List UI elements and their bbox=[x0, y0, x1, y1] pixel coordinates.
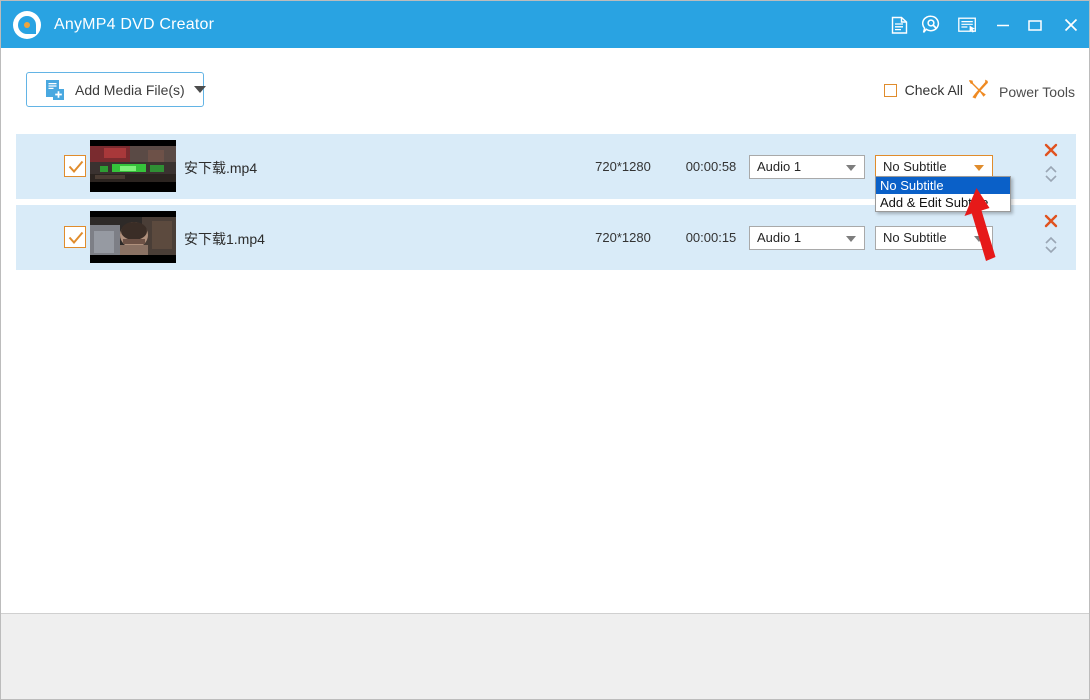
check-all-label: Check All bbox=[904, 82, 963, 98]
file-duration: 00:00:58 bbox=[685, 159, 737, 174]
video-thumbnail bbox=[90, 140, 176, 192]
power-tools-label: Power Tools bbox=[998, 83, 1075, 100]
audio-track-select[interactable]: Audio 1 bbox=[749, 226, 865, 250]
bottom-settings-bar: Disc Type DVD-5 (4.7G) Aspect Ratio: 16:… bbox=[1, 613, 1089, 699]
maximize-icon[interactable] bbox=[1019, 1, 1051, 48]
chevron-down-icon bbox=[974, 236, 984, 242]
title-bar: AnyMP4 DVD Creator bbox=[1, 1, 1089, 48]
file-resolution: 720*1280 bbox=[595, 159, 651, 174]
file-resolution: 720*1280 bbox=[595, 230, 651, 245]
add-media-button[interactable]: Add Media File(s) bbox=[26, 72, 206, 107]
move-up-down-icon[interactable] bbox=[1044, 164, 1060, 186]
check-all-control[interactable]: Check All bbox=[883, 82, 963, 98]
app-window: AnyMP4 DVD Creator Add Media File(s) Che… bbox=[0, 0, 1090, 700]
remove-x-icon[interactable] bbox=[1044, 143, 1060, 159]
chevron-down-icon bbox=[974, 165, 984, 171]
minimize-icon[interactable] bbox=[987, 1, 1019, 48]
check-all-checkbox[interactable] bbox=[883, 83, 897, 97]
subtitle-dropdown-menu[interactable]: No Subtitle Add & Edit Subtitle bbox=[875, 176, 1011, 212]
tools-icon bbox=[966, 78, 990, 105]
feedback-icon[interactable] bbox=[915, 1, 947, 48]
file-name: 安下载1.mp4 bbox=[184, 231, 265, 247]
row-checkbox[interactable] bbox=[64, 226, 86, 248]
chevron-down-icon bbox=[193, 86, 206, 93]
chevron-down-icon bbox=[846, 236, 856, 242]
file-duration: 00:00:15 bbox=[685, 230, 737, 245]
anymp4-logo-icon bbox=[13, 10, 41, 39]
power-tools-button[interactable]: Power Tools bbox=[966, 78, 1075, 105]
dropdown-item-no-subtitle[interactable]: No Subtitle bbox=[876, 177, 1010, 194]
close-icon[interactable] bbox=[1051, 1, 1089, 48]
remove-x-icon[interactable] bbox=[1044, 214, 1060, 230]
subtitle-select[interactable]: No Subtitle bbox=[875, 226, 993, 250]
video-thumbnail bbox=[90, 211, 176, 263]
file-name: 安下载.mp4 bbox=[184, 160, 258, 176]
add-media-label: Add Media File(s) bbox=[75, 81, 185, 98]
window-controls bbox=[883, 1, 1089, 48]
register-icon[interactable] bbox=[883, 1, 915, 48]
move-up-down-icon[interactable] bbox=[1044, 235, 1060, 257]
table-row[interactable]: 安下载1.mp4 720*1280 00:00:15 Audio 1 No Su… bbox=[16, 205, 1076, 270]
subtitle-value: No Subtitle bbox=[883, 159, 947, 174]
toolbar: Add Media File(s) Check All Power Tools bbox=[1, 48, 1089, 133]
subtitle-value: No Subtitle bbox=[883, 230, 947, 245]
audio-track-value: Audio 1 bbox=[757, 159, 802, 174]
add-file-icon bbox=[45, 79, 65, 101]
audio-track-value: Audio 1 bbox=[757, 230, 802, 245]
chevron-down-icon bbox=[846, 165, 856, 171]
menu-icon[interactable] bbox=[947, 1, 987, 48]
row-checkbox[interactable] bbox=[64, 155, 86, 177]
audio-track-select[interactable]: Audio 1 bbox=[749, 155, 865, 179]
dropdown-item-add-edit-subtitle[interactable]: Add & Edit Subtitle bbox=[876, 194, 1010, 211]
app-title: AnyMP4 DVD Creator bbox=[54, 15, 215, 33]
